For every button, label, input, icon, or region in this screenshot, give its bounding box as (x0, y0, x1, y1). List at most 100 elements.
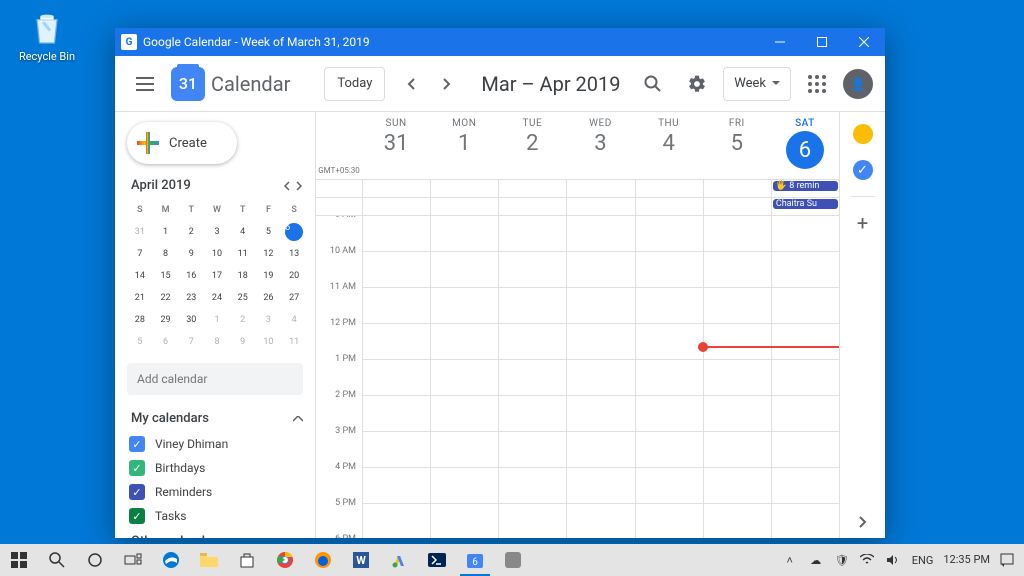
main-menu-icon[interactable] (127, 66, 163, 102)
calendar-item[interactable]: ✓Tasks (127, 504, 307, 528)
time-cell[interactable] (498, 360, 566, 396)
mini-day[interactable]: 22 (153, 287, 179, 309)
mini-day[interactable]: 31 (127, 221, 153, 243)
allday-cell[interactable] (566, 198, 634, 215)
time-cell[interactable] (703, 396, 771, 432)
mini-day[interactable]: 16 (178, 265, 204, 287)
allday-cell[interactable] (362, 180, 430, 197)
time-cell[interactable] (430, 360, 498, 396)
settings-gear-icon[interactable] (679, 66, 715, 102)
view-selector[interactable]: Week (723, 67, 791, 101)
time-cell[interactable] (362, 252, 430, 288)
time-cell[interactable] (703, 468, 771, 504)
mini-day[interactable]: 28 (127, 309, 153, 331)
mini-day[interactable]: 1 (204, 309, 230, 331)
mini-day[interactable]: 11 (281, 331, 307, 353)
time-cell[interactable] (498, 252, 566, 288)
time-cell[interactable] (566, 288, 634, 324)
time-cell[interactable] (362, 360, 430, 396)
search-taskbar-icon[interactable] (38, 544, 76, 576)
mini-day[interactable]: 3 (204, 221, 230, 243)
time-cell[interactable] (635, 432, 703, 468)
mini-day[interactable]: 7 (178, 331, 204, 353)
allday-cell[interactable] (430, 180, 498, 197)
mini-day[interactable]: 15 (153, 265, 179, 287)
allday-cell[interactable]: 🖐 8 remin (771, 180, 839, 197)
mini-prev-button[interactable] (283, 181, 291, 191)
time-cell[interactable] (430, 504, 498, 538)
cortana-icon[interactable] (76, 544, 114, 576)
notifications-icon[interactable] (1000, 553, 1016, 567)
calendar-item[interactable]: ✓Reminders (127, 480, 307, 504)
time-cell[interactable] (498, 504, 566, 538)
time-cell[interactable] (635, 360, 703, 396)
mini-day[interactable]: 27 (281, 287, 307, 309)
mini-day[interactable]: 14 (127, 265, 153, 287)
time-cell[interactable] (703, 360, 771, 396)
day-header[interactable]: SAT6 (771, 112, 839, 179)
time-cell[interactable] (498, 324, 566, 360)
defender-icon[interactable]: 🛡 (834, 554, 850, 567)
google-ads-icon[interactable] (380, 544, 418, 576)
time-cell[interactable] (498, 432, 566, 468)
time-cell[interactable] (771, 324, 839, 360)
mini-day[interactable]: 30 (178, 309, 204, 331)
calendar-taskbar-icon[interactable]: 6 (456, 544, 494, 576)
next-week-button[interactable] (429, 66, 465, 102)
mini-day[interactable]: 5 (127, 331, 153, 353)
allday-cell[interactable] (362, 198, 430, 215)
time-cell[interactable] (703, 504, 771, 538)
time-cell[interactable] (635, 396, 703, 432)
mini-day[interactable]: 19 (256, 265, 282, 287)
chrome-icon[interactable] (266, 544, 304, 576)
search-icon[interactable] (635, 66, 671, 102)
allday-cell[interactable] (498, 180, 566, 197)
mini-day[interactable]: 3 (256, 309, 282, 331)
day-header[interactable]: MON1 (430, 112, 498, 179)
time-cell[interactable] (566, 504, 634, 538)
maximize-button[interactable] (801, 28, 843, 56)
add-addon-icon[interactable]: + (853, 213, 873, 233)
taskbar-clock[interactable]: 12:35 PM (943, 554, 990, 566)
mini-day[interactable]: 18 (230, 265, 256, 287)
mini-day[interactable]: 10 (204, 243, 230, 265)
time-cell[interactable] (703, 324, 771, 360)
time-cell[interactable] (771, 468, 839, 504)
mini-day[interactable]: 6 (153, 331, 179, 353)
mini-day[interactable]: 2 (230, 309, 256, 331)
time-cell[interactable] (771, 396, 839, 432)
word-icon[interactable]: W (342, 544, 380, 576)
wifi-icon[interactable] (860, 554, 876, 566)
day-header[interactable]: THU4 (635, 112, 703, 179)
time-cell[interactable] (566, 468, 634, 504)
mini-day[interactable]: 21 (127, 287, 153, 309)
time-cell[interactable] (430, 432, 498, 468)
allday-event[interactable]: 🖐 8 remin (773, 181, 838, 191)
edge-icon[interactable] (152, 544, 190, 576)
time-cell[interactable] (566, 252, 634, 288)
mini-day[interactable]: 8 (204, 331, 230, 353)
time-cell[interactable] (703, 288, 771, 324)
time-cell[interactable] (635, 324, 703, 360)
time-cell[interactable] (635, 504, 703, 538)
time-cell[interactable] (430, 252, 498, 288)
titlebar[interactable]: G Google Calendar - Week of March 31, 20… (115, 28, 885, 56)
time-cell[interactable] (771, 216, 839, 252)
time-cell[interactable] (566, 216, 634, 252)
account-avatar[interactable]: 👤 (843, 69, 873, 99)
time-cell[interactable] (362, 396, 430, 432)
mini-day[interactable]: 9 (178, 243, 204, 265)
mini-day[interactable]: 13 (281, 243, 307, 265)
mini-day[interactable]: 7 (127, 243, 153, 265)
mini-day[interactable]: 10 (256, 331, 282, 353)
time-cell[interactable] (703, 252, 771, 288)
time-cell[interactable] (635, 216, 703, 252)
collapse-panel-button[interactable] (859, 516, 867, 528)
mini-day[interactable]: 8 (153, 243, 179, 265)
create-button[interactable]: Create (127, 122, 237, 164)
volume-icon[interactable] (886, 554, 902, 566)
time-cell[interactable] (635, 252, 703, 288)
minimize-button[interactable] (759, 28, 801, 56)
keep-icon[interactable] (853, 124, 873, 144)
allday-cell[interactable] (430, 198, 498, 215)
